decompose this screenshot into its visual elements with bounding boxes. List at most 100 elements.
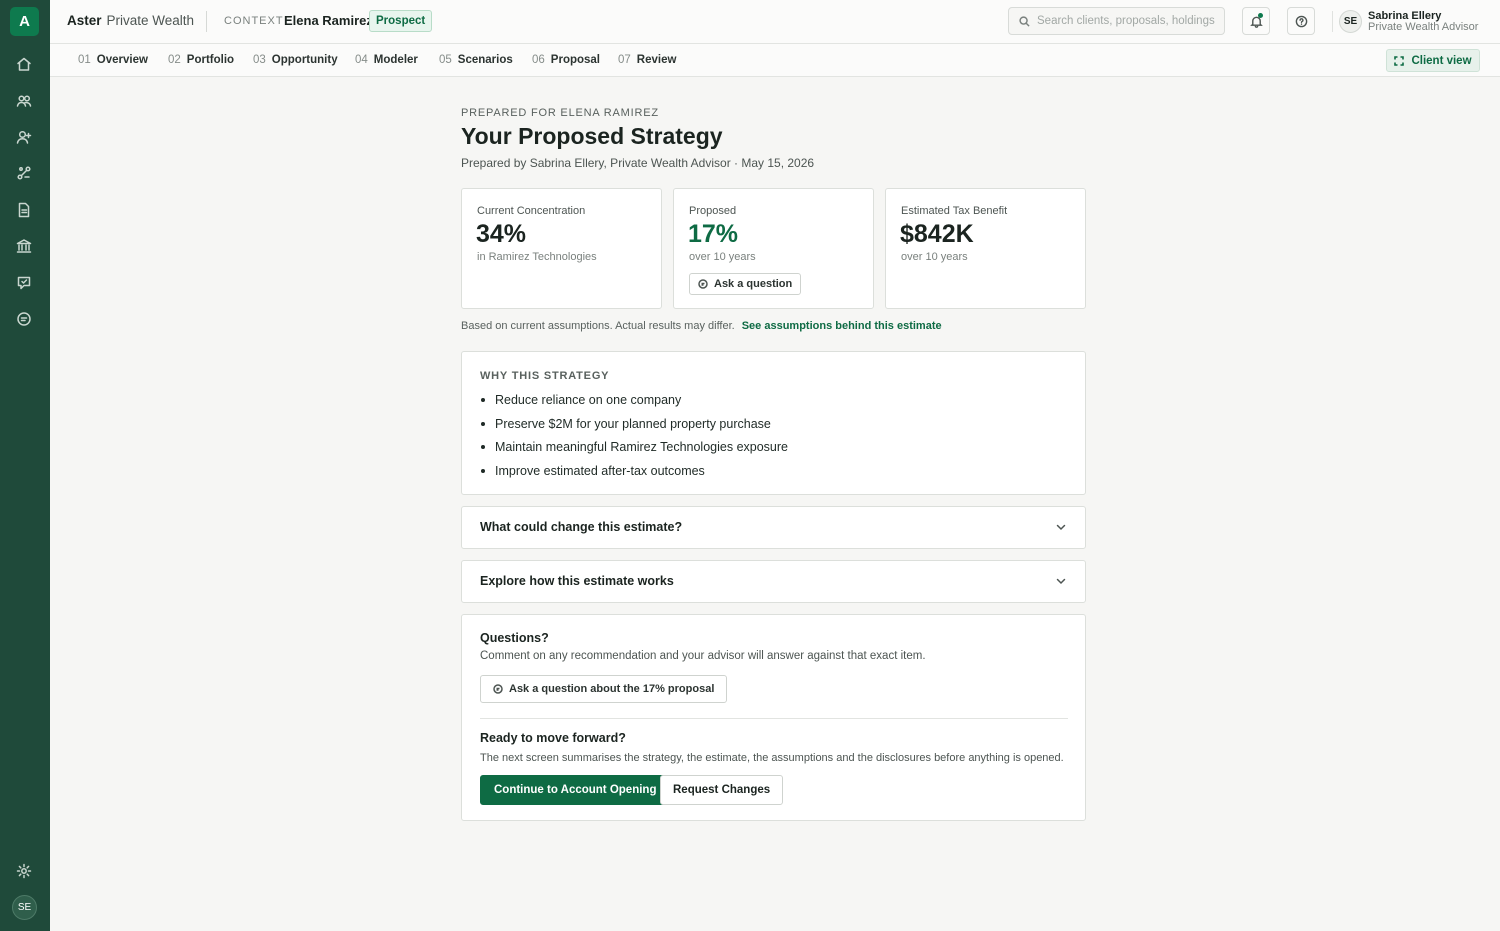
avatar[interactable]: SE [1339, 10, 1362, 33]
bank-icon[interactable] [15, 237, 33, 255]
divider [480, 718, 1068, 719]
accordion-title: Explore how this estimate works [480, 574, 674, 588]
comment-icon [698, 279, 708, 289]
disclaimer-text: Based on current assumptions. Actual res… [461, 320, 735, 332]
client-view-label: Client view [1411, 54, 1472, 67]
step-label: Proposal [550, 54, 601, 66]
page-title: Your Proposed Strategy [461, 123, 723, 149]
metric-sub: in Ramirez Technologies [477, 251, 597, 263]
step-number: 03 [253, 54, 266, 66]
metric-value: $842K [900, 220, 974, 248]
metric-label: Estimated Tax Benefit [901, 205, 1008, 217]
metric-card-current: Current Concentration 34% in Ramirez Tec… [461, 188, 662, 309]
tab-portfolio[interactable]: 02 Portfolio [168, 54, 234, 66]
client-view-button[interactable]: Client view [1386, 49, 1480, 72]
user-role: Private Wealth Advisor [1368, 21, 1479, 33]
ask-proposal-question-label: Ask a question about the 17% proposal [509, 683, 715, 695]
step-number: 07 [618, 54, 631, 66]
search-icon [1019, 15, 1030, 27]
ready-description: The next screen summarises the strategy,… [480, 752, 1064, 764]
tab-overview[interactable]: 01 Overview [78, 54, 148, 66]
context-label: CONTEXT [224, 15, 284, 27]
brand: Aster Private Wealth [67, 13, 194, 28]
step-label: Review [636, 54, 677, 66]
step-number: 05 [439, 54, 452, 66]
questions-description: Comment on any recommendation and your a… [480, 650, 926, 662]
search-box[interactable] [1008, 7, 1225, 35]
tab-review[interactable]: 07 Review [618, 54, 676, 66]
document-icon[interactable] [15, 201, 33, 219]
metric-sub: over 10 years [901, 251, 968, 263]
accordion-explore-estimate[interactable]: Explore how this estimate works [461, 560, 1086, 603]
list-item: Maintain meaningful Ramirez Technologies… [480, 438, 788, 462]
brand-sub: Private Wealth [106, 13, 195, 28]
chevron-down-icon [1055, 574, 1067, 586]
ask-question-label: Ask a question [714, 278, 793, 290]
context-client-name[interactable]: Elena Ramirez [284, 13, 373, 28]
accordion-title: What could change this estimate? [480, 520, 683, 534]
ask-proposal-question-button[interactable]: Ask a question about the 17% proposal [480, 675, 728, 703]
tab-modeler[interactable]: 04 Modeler [355, 54, 418, 66]
status-badge: Prospect [369, 10, 433, 32]
metric-value: 34% [476, 220, 527, 248]
step-number: 04 [355, 54, 368, 66]
step-label: Opportunity [271, 54, 338, 66]
accordion-what-could-change[interactable]: What could change this estimate? [461, 506, 1086, 549]
why-strategy-title: WHY THIS STRATEGY [480, 370, 610, 382]
divider [206, 11, 207, 32]
tab-opportunity[interactable]: 03 Opportunity [253, 54, 338, 66]
step-number: 01 [78, 54, 91, 66]
scenarios-icon[interactable] [15, 164, 33, 182]
review-icon[interactable] [15, 274, 33, 292]
metric-sub: over 10 years [689, 251, 756, 263]
request-changes-button[interactable]: Request Changes [660, 775, 784, 805]
disclaimer: Based on current assumptions. Actual res… [461, 320, 942, 332]
search-input[interactable] [1037, 15, 1217, 27]
notification-dot [1258, 13, 1263, 18]
prepared-for: Prepared for Elena Ramirez [461, 107, 659, 119]
continue-button[interactable]: Continue to Account Opening [480, 775, 671, 805]
metric-label: Proposed [689, 205, 737, 217]
gear-icon[interactable] [15, 862, 33, 880]
add-user-icon[interactable] [15, 128, 33, 146]
step-label: Scenarios [457, 54, 513, 66]
step-number: 06 [532, 54, 545, 66]
questions-title: Questions? [480, 631, 549, 645]
chat-icon[interactable] [15, 310, 33, 328]
home-icon[interactable] [15, 55, 33, 73]
step-label: Modeler [373, 54, 418, 66]
chevron-down-icon [1055, 520, 1067, 532]
ask-question-button[interactable]: Ask a question [689, 273, 802, 295]
list-item: Reduce reliance on one company [480, 391, 788, 415]
metric-value: 17% [688, 220, 739, 248]
list-item: Improve estimated after-tax outcomes [480, 462, 788, 486]
notifications-button[interactable] [1242, 7, 1270, 35]
list-item: Preserve $2M for your planned property p… [480, 415, 788, 439]
metric-card-tax-benefit: Estimated Tax Benefit $842K over 10 year… [885, 188, 1086, 309]
top-bar: Aster Private Wealth CONTEXT Elena Ramire… [50, 0, 1500, 44]
brand-name: Aster [67, 13, 102, 28]
help-icon [1295, 15, 1307, 27]
step-label: Overview [96, 54, 148, 66]
step-number: 02 [168, 54, 181, 66]
expand-icon [1394, 55, 1405, 66]
why-strategy-panel: WHY THIS STRATEGY Reduce reliance on one… [461, 351, 1086, 495]
step-label: Portfolio [186, 54, 235, 66]
comment-icon [493, 684, 503, 694]
assumptions-link[interactable]: See assumptions behind this estimate [742, 320, 942, 332]
tab-proposal[interactable]: 06 Proposal [532, 54, 600, 66]
questions-panel: Questions? Comment on any recommendation… [461, 614, 1086, 821]
help-button[interactable] [1287, 7, 1315, 35]
app-logo[interactable]: A [10, 7, 39, 36]
step-navigation: 01 Overview 02 Portfolio 03 Opportunity 04 M… [50, 44, 1500, 77]
metric-label: Current Concentration [477, 205, 586, 217]
ready-title: Ready to move forward? [480, 731, 626, 745]
tab-scenarios[interactable]: 05 Scenarios [439, 54, 513, 66]
prepared-by: Prepared by Sabrina Ellery, Private Weal… [461, 156, 815, 170]
clients-icon[interactable] [15, 92, 33, 110]
sidebar-avatar[interactable]: SE [12, 895, 37, 920]
why-strategy-list: Reduce reliance on one company Preserve … [480, 391, 788, 485]
divider [1332, 11, 1333, 32]
sidebar: A SE [0, 0, 50, 931]
metric-card-proposed: Proposed 17% over 10 years Ask a questio… [673, 188, 874, 309]
